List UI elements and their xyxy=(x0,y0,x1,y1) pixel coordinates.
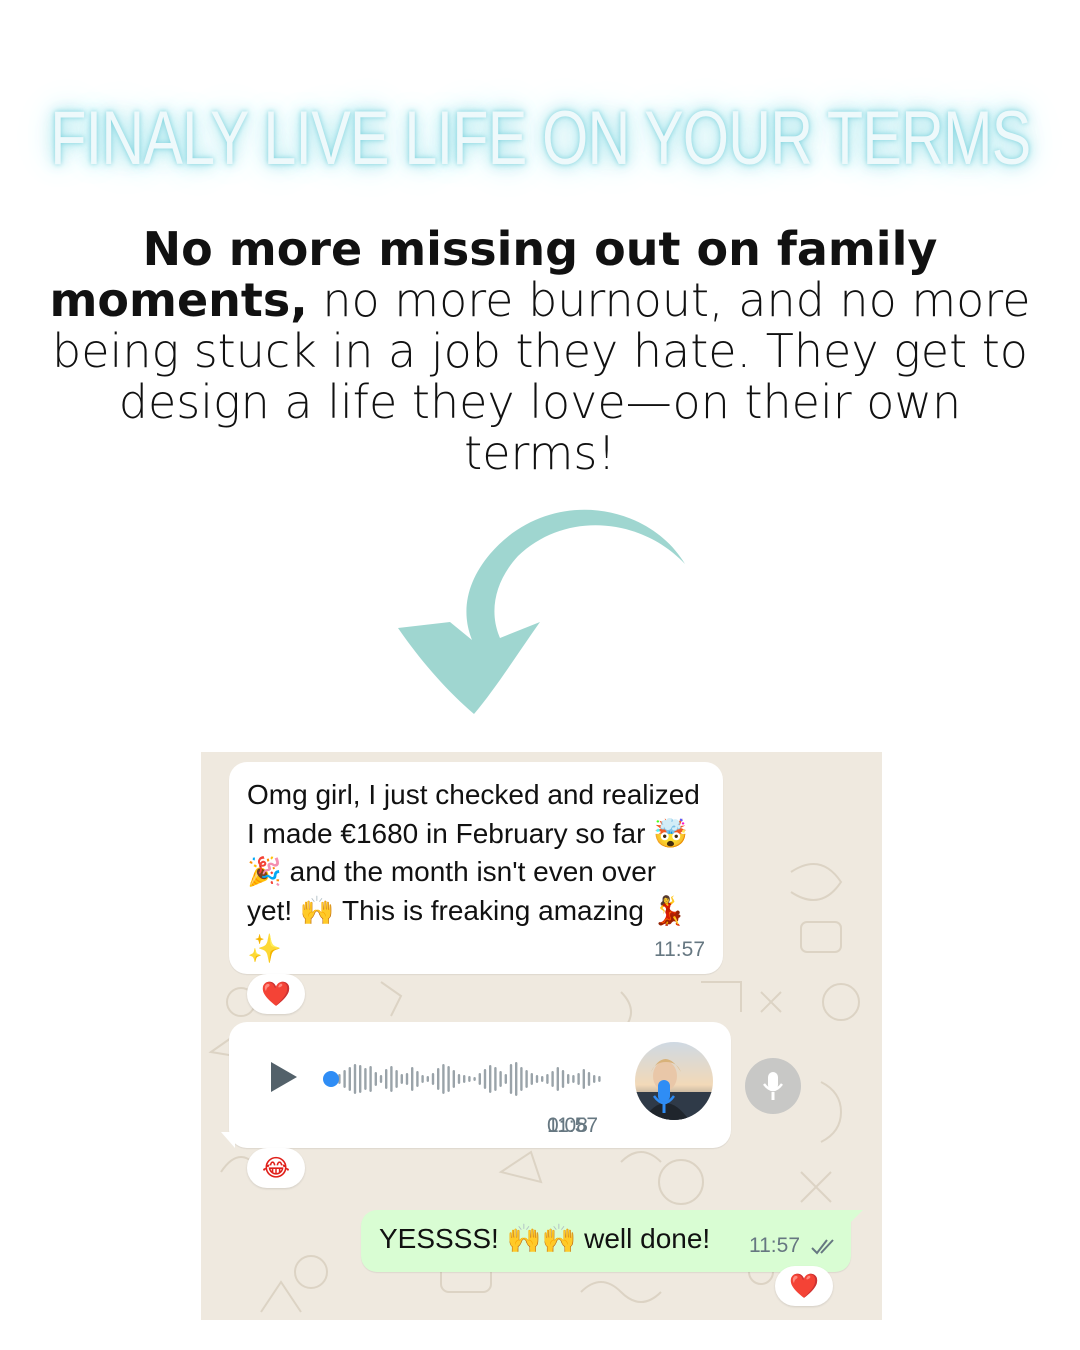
microphone-icon xyxy=(653,1080,675,1113)
waveform-bar xyxy=(353,1064,357,1094)
waveform-bar xyxy=(395,1070,398,1088)
waveform-bar xyxy=(447,1066,450,1092)
waveform-bar xyxy=(374,1072,377,1086)
double-check-icon xyxy=(811,1239,834,1255)
waveform-bar xyxy=(494,1067,497,1091)
record-button[interactable] xyxy=(745,1058,801,1114)
curved-arrow-icon xyxy=(398,509,685,714)
waveform-bar xyxy=(582,1069,585,1089)
waveform-bar xyxy=(561,1070,565,1088)
waveform-bar xyxy=(369,1066,372,1092)
headline-text: FINALY LIVE LIFE ON YOUR TERMS xyxy=(49,95,1031,181)
message-text: Omg girl, I just checked and realized I … xyxy=(247,779,700,964)
chat-screenshot: Omg girl, I just checked and realized I … xyxy=(201,752,882,1320)
waveform-bar xyxy=(390,1066,393,1092)
waveform-bar xyxy=(499,1071,502,1087)
waveform-bar xyxy=(525,1070,528,1088)
waveform-bar xyxy=(452,1070,455,1088)
voice-note-bubble: 0:08 11:57 xyxy=(221,1022,731,1148)
subcopy: No more missing out on family moments, n… xyxy=(40,224,1040,479)
microphone-icon xyxy=(763,1072,783,1100)
message-time: 11:57 xyxy=(654,938,705,961)
waveform-bar xyxy=(483,1069,487,1089)
waveform-bar xyxy=(478,1073,481,1085)
heart-reaction[interactable]: ❤️ xyxy=(247,974,305,1014)
waveform-bar xyxy=(546,1074,549,1084)
waveform-bar xyxy=(421,1075,424,1083)
waveform-bar xyxy=(426,1076,429,1082)
message-time: 11:57 xyxy=(749,1234,800,1257)
waveform-bar xyxy=(468,1076,471,1082)
waveform-bar xyxy=(556,1067,559,1091)
voice-waveform[interactable] xyxy=(323,1056,613,1102)
waveform-bar xyxy=(437,1068,440,1090)
waveform-bar xyxy=(411,1067,414,1091)
waveform-bar xyxy=(457,1074,461,1084)
reaction-emoji: ❤️ xyxy=(789,1272,819,1300)
waveform-bar xyxy=(385,1069,388,1089)
waveform-bar xyxy=(541,1076,544,1082)
message-text: YESSSS! 🙌🙌 well done! xyxy=(379,1223,711,1254)
bubble-tail xyxy=(849,1210,863,1224)
waveform-bar xyxy=(405,1073,409,1085)
waveform-bar xyxy=(416,1071,419,1087)
waveform-bar xyxy=(359,1065,362,1093)
waveform-bar xyxy=(577,1073,580,1085)
waveform-bar xyxy=(379,1075,383,1083)
waveform-bar xyxy=(442,1064,445,1094)
waveform-bar xyxy=(509,1064,513,1094)
heart-reaction[interactable]: ❤️ xyxy=(775,1266,833,1306)
waveform-bar xyxy=(535,1075,539,1083)
playback-knob[interactable] xyxy=(323,1071,339,1087)
waveform-bar xyxy=(504,1074,507,1084)
waveform-bar xyxy=(520,1067,523,1091)
laughing-reaction[interactable]: 😂 xyxy=(247,1148,305,1188)
waveform-bar xyxy=(593,1075,596,1083)
headline: FINALY LIVE LIFE ON YOUR TERMS xyxy=(0,88,1080,188)
waveform-bar xyxy=(530,1073,533,1085)
waveform-bar xyxy=(364,1068,367,1090)
sent-message-bubble[interactable]: YESSSS! 🙌🙌 well done! 11:57 xyxy=(361,1210,863,1272)
waveform-bar xyxy=(567,1074,570,1084)
waveform-bar xyxy=(572,1075,575,1083)
waveform-bar xyxy=(587,1072,591,1086)
waveform-bar xyxy=(473,1077,476,1081)
play-icon[interactable] xyxy=(271,1062,297,1092)
bubble-tail xyxy=(221,1132,235,1148)
waveform-bar xyxy=(400,1074,403,1084)
waveform-bar xyxy=(489,1065,492,1093)
waveform-bar xyxy=(431,1073,435,1085)
waveform-bar xyxy=(598,1076,601,1082)
reaction-emoji: ❤️ xyxy=(261,980,291,1008)
waveform-bar xyxy=(463,1075,466,1083)
waveform-bar xyxy=(348,1067,351,1091)
reaction-emoji: 😂 xyxy=(261,1154,291,1182)
waveform-bar xyxy=(515,1062,518,1096)
waveform-bar xyxy=(343,1070,346,1088)
waveform-bar xyxy=(551,1071,554,1087)
received-message-bubble[interactable]: Omg girl, I just checked and realized I … xyxy=(229,762,723,974)
voice-time: 11:57 xyxy=(547,1114,598,1137)
